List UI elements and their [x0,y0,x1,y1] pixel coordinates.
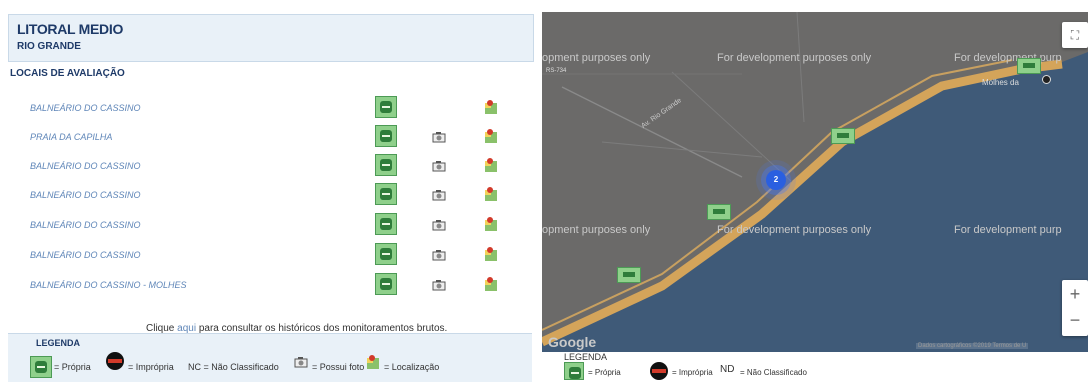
camera-icon[interactable] [432,131,446,143]
dev-watermark: For development purposes only [717,224,872,236]
dev-watermark: opment purposes only [542,52,651,64]
location-name[interactable]: PRAIA DA CAPILHA [30,132,112,142]
propria-icon [375,154,397,176]
location-map-icon[interactable] [484,276,498,292]
road-4 [796,12,805,123]
map-legend: LEGENDA = Própria = Imprópria ND = Não C… [542,352,1088,381]
beach-marker[interactable] [831,128,855,144]
legend-localizacao: = Localização [384,362,440,372]
camera-icon [294,357,308,368]
propria-icon [564,362,584,380]
location-map-icon [367,355,379,369]
camera-icon[interactable] [432,279,446,291]
dev-watermark: opment purposes only [542,224,651,236]
location-map-icon[interactable] [484,216,498,232]
camera-icon[interactable] [432,189,446,201]
road-1 [561,86,743,178]
location-name[interactable]: BALNEÁRIO DO CASSINO - MOLHES [30,280,187,290]
map-legend-propria: = Própria [588,368,621,377]
propria-icon [375,243,397,265]
location-name[interactable]: BALNEÁRIO DO CASSINO [30,220,141,230]
camera-icon[interactable] [432,219,446,231]
location-name[interactable]: BALNEÁRIO DO CASSINO [30,250,141,260]
location-map-icon[interactable] [484,157,498,173]
region-title: LITORAL MEDIO [17,21,124,37]
legend: LEGENDA = Própria = Imprópria NC = Não C… [8,333,532,382]
place-marker-icon [1042,75,1051,84]
location-map-icon[interactable] [484,128,498,144]
section-title: LOCAIS DE AVALIAÇÃO [10,68,125,79]
legend-impropria: = Imprópria [128,362,174,372]
zoom-out-button[interactable]: − [1062,308,1088,336]
road-3 [671,71,793,183]
propria-icon [375,273,397,295]
road-2 [601,141,763,158]
map-view[interactable]: opment purposes only For development pur… [542,12,1088,352]
zoom-control: + − [1062,280,1088,336]
legend-propria: = Própria [54,362,91,372]
dev-watermark: For development purposes only [717,52,872,64]
map-legend-nd: ND [720,364,735,375]
legend-title: LEGENDA [36,338,81,348]
place-label: Molhes da [982,78,1019,87]
google-logo: Google [548,334,597,350]
impropria-icon [650,362,668,380]
dev-watermark: For development purp [954,52,1062,64]
propria-icon [375,125,397,147]
location-map-icon[interactable] [484,246,498,262]
road-label: RS-734 [546,68,567,74]
beach-panel: LITORAL MEDIO RIO GRANDE LOCAIS DE AVALI… [0,0,540,382]
propria-icon [30,356,52,378]
region-header: LITORAL MEDIO RIO GRANDE [8,14,534,62]
fullscreen-icon[interactable]: ⛶ [1062,22,1088,48]
map-legend-impropria: = Imprópria [672,368,713,377]
beach-marker[interactable] [707,204,731,220]
location-name[interactable]: BALNEÁRIO DO CASSINO [30,190,141,200]
city-title: RIO GRANDE [17,41,81,52]
propria-icon [375,96,397,118]
location-map-icon[interactable] [484,186,498,202]
beach-marker[interactable] [617,267,641,283]
location-name[interactable]: BALNEÁRIO DO CASSINO [30,103,141,113]
legend-foto: = Possui foto [312,362,365,372]
impropria-icon [106,352,124,370]
camera-icon[interactable] [432,160,446,172]
camera-icon[interactable] [432,249,446,261]
propria-icon [375,213,397,235]
map-legend-nc: = Não Classificado [740,368,807,377]
dev-watermark: For development purp [954,224,1062,236]
beach-marker[interactable] [1017,58,1041,74]
zoom-in-button[interactable]: + [1062,280,1088,308]
location-name[interactable]: BALNEÁRIO DO CASSINO [30,161,141,171]
marker-cluster[interactable]: 2 [766,170,786,190]
map-attribution[interactable]: Dados cartográficos ©2019 Termos de U [916,343,1029,349]
propria-icon [375,183,397,205]
location-map-icon[interactable] [484,99,498,115]
legend-nc: NC = Não Classificado [188,362,279,372]
map-legend-title: LEGENDA [564,352,608,362]
